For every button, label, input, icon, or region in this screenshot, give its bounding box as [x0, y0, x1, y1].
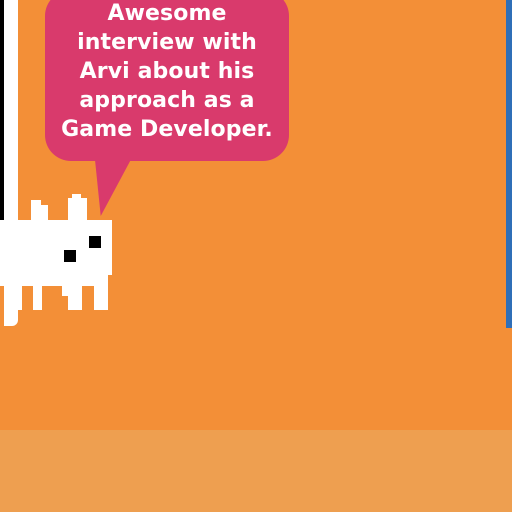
cat-body: [0, 274, 108, 286]
cat-eye-right: [89, 236, 101, 248]
cat-head-side: [102, 235, 112, 275]
cat-foot-mark: [62, 286, 74, 296]
cat-leg-1: [14, 286, 22, 310]
pixel-cat-icon: [0, 0, 512, 512]
cat-right-ear-tip: [72, 194, 81, 202]
cat-left-ear-tip: [31, 200, 41, 208]
cat-leg-4: [94, 286, 108, 310]
game-scene: Awesome interview with Arvi about his ap…: [0, 0, 512, 512]
cat-leg-2: [33, 286, 42, 310]
cat-eye-left: [64, 250, 76, 262]
